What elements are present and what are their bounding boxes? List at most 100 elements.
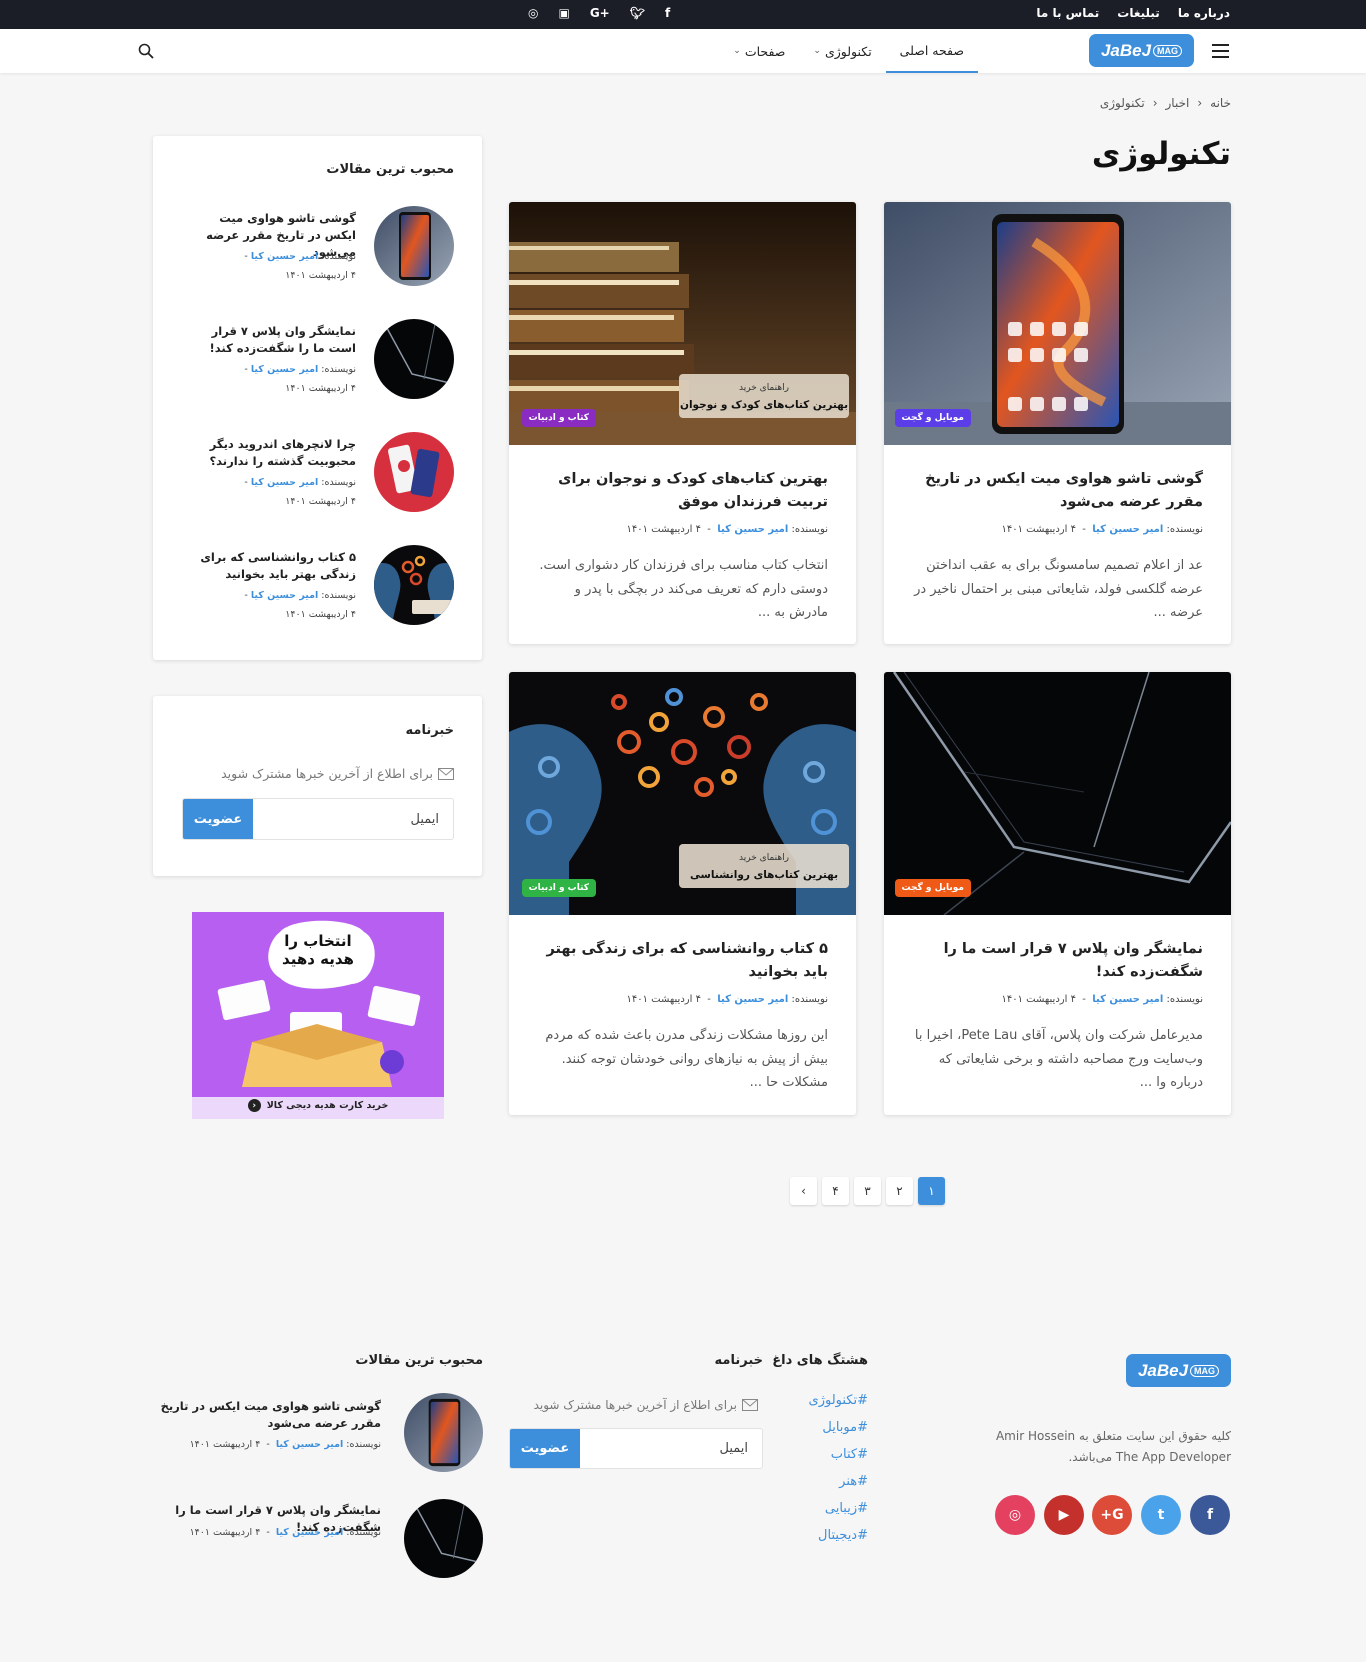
post-date: ۴ اردیبهشت ۱۴۰۱ <box>285 609 356 620</box>
pagination-next[interactable]: ‹ <box>790 1177 817 1205</box>
instagram-icon[interactable]: ◎ <box>528 6 538 20</box>
email-field[interactable]: ایمیل <box>253 799 453 839</box>
post-title[interactable]: ۵ کتاب روانشناسی که برای زندگی بهتر باید… <box>535 938 828 984</box>
post-author[interactable]: امیر حسین کیا <box>251 477 318 488</box>
pagination-page-2[interactable]: ۲ <box>886 1177 913 1205</box>
pagination-page-3[interactable]: ۳ <box>854 1177 881 1205</box>
footer-logo[interactable]: JaBeJ MAG <box>1126 1354 1231 1387</box>
post-author[interactable]: امیر حسین کیا <box>276 1527 343 1538</box>
ad-banner[interactable]: انتخاب را هدیه دهید خرید کارت هدیه دیجی … <box>192 912 444 1119</box>
post-thumbnail[interactable] <box>404 1499 483 1578</box>
hot-tags-title: هشتگ های داغ <box>772 1353 868 1368</box>
post-card[interactable]: راهنمای خرید بهترین کتاب‌های روانشناسی ک… <box>509 672 856 1115</box>
tag-link[interactable]: #هنر <box>839 1474 868 1489</box>
tag-link[interactable]: #موبایل <box>822 1420 868 1435</box>
post-title[interactable]: بهترین کتاب‌های کودک و نوجوان برای تربیت… <box>535 468 828 514</box>
list-item[interactable]: گوشی تاشو هواوی میت ایکس در تاریخ مقرر ع… <box>182 206 454 288</box>
author-prefix: نویسنده: <box>791 994 828 1005</box>
list-item[interactable]: نمایشگر وان پلاس ۷ قرار است ما را شگفت‌ز… <box>182 319 454 401</box>
banner-line1: راهنمای خرید <box>739 853 789 863</box>
post-author[interactable]: امیر حسین کیا <box>276 1439 343 1450</box>
ad-cta[interactable]: خرید کارت هدیه دیجی کالا ‹ <box>192 1099 444 1112</box>
instagram-icon[interactable]: ◎ <box>995 1495 1035 1535</box>
author-prefix: نویسنده: <box>791 524 828 535</box>
subscribe-button[interactable]: عضویت <box>183 799 253 839</box>
post-title[interactable]: گوشی تاشو هواوی میت ایکس در تاریخ مقرر ع… <box>910 468 1203 514</box>
post-author[interactable]: امیر حسین کیا <box>251 590 318 601</box>
ad-headline-line2: هدیه دهید <box>282 950 354 968</box>
top-link-contact[interactable]: تماس با ما <box>1036 6 1099 20</box>
post-author[interactable]: امیر حسین کیا <box>717 994 788 1005</box>
breadcrumb-news[interactable]: اخبار <box>1166 96 1190 110</box>
post-meta: نویسنده: امیر حسین کیا - <box>244 251 356 262</box>
post-card[interactable]: موبایل و گجت نمایشگر وان پلاس ۷ قرار است… <box>884 672 1231 1115</box>
list-item[interactable]: نمایشگر وان پلاس ۷ قرار است ما را شگفت‌ز… <box>143 1499 483 1579</box>
post-thumbnail[interactable] <box>374 432 454 512</box>
list-item[interactable]: چرا لانچرهای اندروید دیگر محبوبیت گذشته … <box>182 432 454 514</box>
breadcrumb: خانه ‹ اخبار ‹ تکنولوژی <box>1100 96 1231 110</box>
chevron-left-icon: ‹ <box>1152 96 1158 110</box>
post-author[interactable]: امیر حسین کیا <box>251 364 318 375</box>
widget-title: محبوب ترین مقالات <box>326 162 454 177</box>
youtube-icon[interactable]: ▣ <box>558 6 569 20</box>
site-logo[interactable]: JaBeJ MAG <box>1089 34 1194 67</box>
nav-item-pages[interactable]: صفحات ⌄ <box>719 29 799 73</box>
nav-item-home[interactable]: صفحه اصلی <box>885 29 978 73</box>
subscribe-button[interactable]: عضویت <box>510 1429 580 1468</box>
pagination-page-1[interactable]: ۱ <box>918 1177 945 1205</box>
post-title[interactable]: گوشی تاشو هواوی میت ایکس در تاریخ مقرر ع… <box>141 1398 381 1432</box>
breadcrumb-home[interactable]: خانه <box>1210 96 1231 110</box>
post-thumbnail[interactable] <box>374 319 454 399</box>
breadcrumb-current: تکنولوژی <box>1099 96 1145 110</box>
banner-line2: بهترین کتاب‌های کودک و نوجوان <box>680 399 848 411</box>
newsletter-widget: خبرنامه برای اطلاع از آخرین خبرها مشترک … <box>153 696 482 876</box>
post-meta: نویسنده: امیر حسین کیا - <box>244 590 356 601</box>
author-prefix: نویسنده: <box>1166 524 1203 535</box>
hamburger-menu-icon[interactable] <box>1212 44 1229 58</box>
post-title[interactable]: نمایشگر وان پلاس ۷ قرار است ما را شگفت‌ز… <box>184 323 356 357</box>
post-author[interactable]: امیر حسین کیا <box>1092 994 1163 1005</box>
top-link-about[interactable]: درباره ما <box>1178 6 1230 20</box>
category-badge[interactable]: موبایل و گجت <box>894 879 971 897</box>
post-title[interactable]: نمایشگر وان پلاس ۷ قرار است ما را شگفت‌ز… <box>910 938 1203 984</box>
ad-headline-line1: انتخاب را <box>284 932 352 950</box>
tag-link[interactable]: #زیبایی <box>825 1501 868 1516</box>
newsletter-description: برای اطلاع از آخرین خبرها مشترک شوید <box>221 766 454 781</box>
category-badge[interactable]: کتاب و ادبیات <box>521 879 596 897</box>
post-thumbnail[interactable] <box>374 545 454 625</box>
footer-newsletter-form: ایمیل عضویت <box>509 1428 763 1469</box>
tag-link[interactable]: #تکنولوژی <box>809 1393 868 1408</box>
email-field[interactable]: ایمیل <box>580 1429 762 1468</box>
post-card[interactable]: راهنمای خرید بهترین کتاب‌های کودک و نوجو… <box>509 202 856 644</box>
list-item[interactable]: ۵ کتاب روانشناسی که برای زندگی بهتر باید… <box>182 545 454 627</box>
logo-badge: MAG <box>1153 44 1183 57</box>
post-author[interactable]: امیر حسین کیا <box>717 524 788 535</box>
pagination-page-4[interactable]: ۴ <box>822 1177 849 1205</box>
category-badge[interactable]: کتاب و ادبیات <box>521 409 596 427</box>
post-excerpt: این روزها مشکلات زندگی مدرن باعث شده که … <box>545 1028 828 1090</box>
tag-link[interactable]: #دیجیتال <box>818 1528 868 1543</box>
nav-item-label: صفحات <box>744 43 786 59</box>
post-thumbnail[interactable] <box>404 1393 483 1472</box>
twitter-icon[interactable]: t <box>1141 1495 1181 1535</box>
top-link-ads[interactable]: تبلیغات <box>1117 6 1160 20</box>
tag-link[interactable]: #کتاب <box>831 1447 868 1462</box>
post-author[interactable]: امیر حسین کیا <box>251 251 318 262</box>
author-prefix: نویسنده: <box>346 1439 381 1450</box>
google-plus-icon[interactable]: G+ <box>590 6 610 20</box>
nav-item-technology[interactable]: تکنولوژی ⌄ <box>799 29 885 73</box>
google-plus-icon[interactable]: G+ <box>1092 1495 1132 1535</box>
youtube-icon[interactable]: ▶ <box>1044 1495 1084 1535</box>
post-title[interactable]: ۵ کتاب روانشناسی که برای زندگی بهتر باید… <box>184 549 356 583</box>
facebook-icon[interactable]: f <box>665 6 670 20</box>
twitter-icon[interactable]: 🐦︎ <box>630 6 645 20</box>
facebook-icon[interactable]: f <box>1190 1495 1230 1535</box>
category-badge[interactable]: موبایل و گجت <box>894 409 971 427</box>
list-item[interactable]: گوشی تاشو هواوی میت ایکس در تاریخ مقرر ع… <box>143 1393 483 1473</box>
post-title[interactable]: چرا لانچرهای اندروید دیگر محبوبیت گذشته … <box>184 436 356 470</box>
post-thumbnail[interactable] <box>374 206 454 286</box>
chevron-down-icon: ⌄ <box>733 46 741 56</box>
post-author[interactable]: امیر حسین کیا <box>1092 524 1163 535</box>
search-icon[interactable] <box>138 43 154 59</box>
post-card[interactable]: موبایل و گجت گوشی تاشو هواوی میت ایکس در… <box>884 202 1231 644</box>
